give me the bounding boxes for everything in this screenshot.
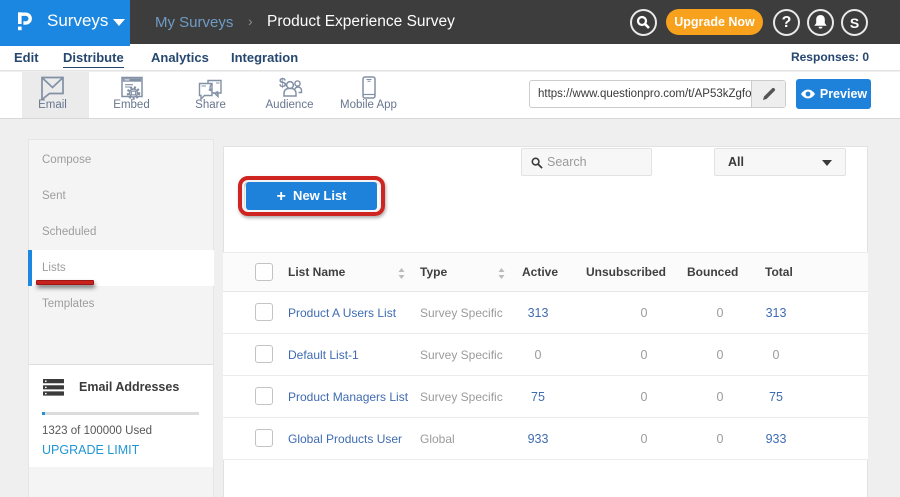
- svg-text:$: $: [279, 75, 287, 90]
